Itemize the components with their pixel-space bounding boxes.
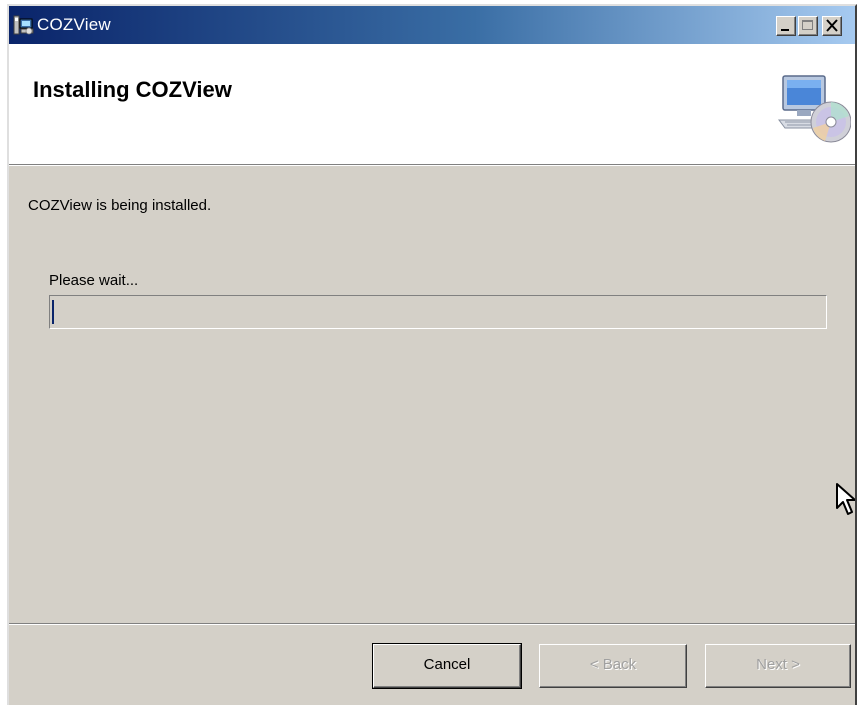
cancel-button[interactable]: Cancel: [372, 643, 522, 689]
progress-fill: [52, 300, 54, 324]
close-button[interactable]: [822, 16, 842, 36]
install-status-text: COZView is being installed.: [28, 197, 212, 214]
install-progress-bar: [49, 295, 827, 329]
window-title: COZView: [37, 15, 111, 34]
title-bar[interactable]: COZView: [9, 6, 855, 44]
page-title: Installing COZView: [33, 77, 232, 102]
minimize-icon: [781, 29, 789, 31]
next-button[interactable]: Next >: [705, 644, 851, 688]
computer-with-cd-icon: [778, 75, 851, 143]
mouse-cursor-icon: [836, 483, 855, 515]
footer-separator: [9, 623, 855, 625]
wizard-header: Installing COZView: [9, 44, 855, 165]
installer-window: COZView Installing COZView COZView is be…: [7, 4, 857, 705]
please-wait-label: Please wait...: [49, 272, 139, 289]
maximize-icon: [802, 20, 813, 30]
back-button[interactable]: < Back: [539, 644, 687, 688]
minimize-button[interactable]: [776, 16, 796, 36]
installer-app-icon: [13, 15, 34, 35]
maximize-button[interactable]: [798, 16, 818, 36]
close-icon: [826, 19, 838, 32]
